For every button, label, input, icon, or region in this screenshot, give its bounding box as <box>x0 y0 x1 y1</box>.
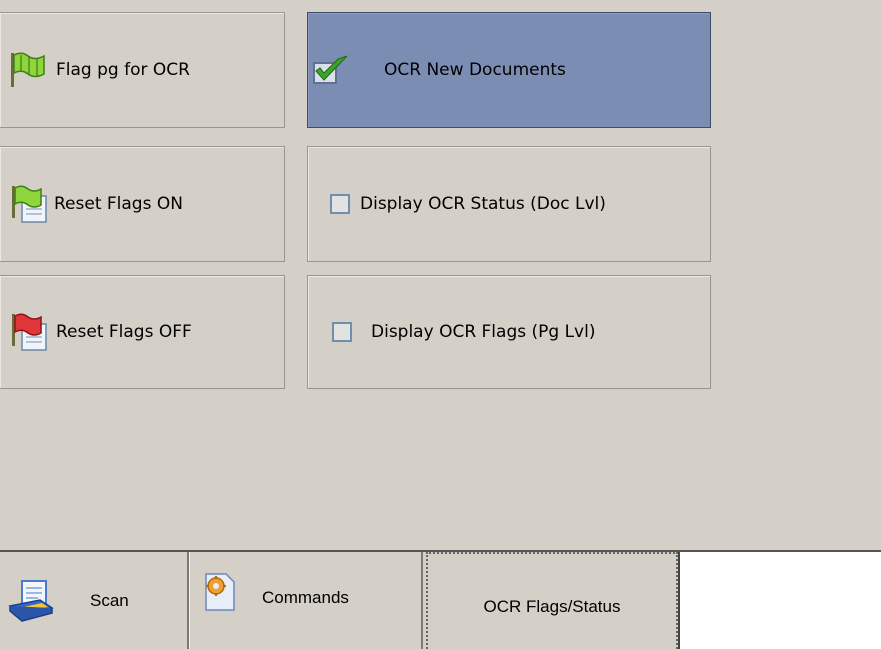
tab-ocr-flags-status[interactable]: OCR Flags/Status <box>426 552 678 649</box>
green-check-icon <box>313 55 348 84</box>
flag-page-for-ocr-button[interactable]: Flag pg for OCR <box>0 12 285 128</box>
scanner-icon <box>8 579 54 622</box>
reset-flags-on-label: Reset Flags ON <box>54 194 183 214</box>
display-ocr-flags-pg-lvl-toggle[interactable]: Display OCR Flags (Pg Lvl) <box>307 275 711 389</box>
ocr-new-documents-label: OCR New Documents <box>384 60 566 80</box>
flag-page-for-ocr-label: Flag pg for OCR <box>56 60 190 80</box>
checkbox-icon <box>330 194 350 214</box>
ocr-new-documents-toggle[interactable]: OCR New Documents <box>307 12 711 128</box>
display-ocr-status-doc-lvl-toggle[interactable]: Display OCR Status (Doc Lvl) <box>307 146 711 262</box>
green-flag-icon <box>11 52 45 87</box>
tab-commands[interactable]: Commands <box>189 552 423 649</box>
tab-ocr-flags-status-label: OCR Flags/Status <box>483 596 621 616</box>
tab-commands-label: Commands <box>262 587 349 607</box>
reset-flags-off-label: Reset Flags OFF <box>56 322 192 342</box>
tab-scan-label: Scan <box>90 590 129 610</box>
tab-scan[interactable]: Scan <box>0 552 189 649</box>
green-flag-document-icon <box>12 185 47 223</box>
display-ocr-status-label: Display OCR Status (Doc Lvl) <box>360 194 606 214</box>
commands-icon <box>205 572 235 611</box>
red-flag-document-icon <box>12 313 47 351</box>
checkbox-icon <box>332 322 352 342</box>
tab-bar-empty-area <box>678 552 881 649</box>
display-ocr-flags-label: Display OCR Flags (Pg Lvl) <box>371 322 596 342</box>
reset-flags-off-button[interactable]: Reset Flags OFF <box>0 275 285 389</box>
reset-flags-on-button[interactable]: Reset Flags ON <box>0 146 285 262</box>
